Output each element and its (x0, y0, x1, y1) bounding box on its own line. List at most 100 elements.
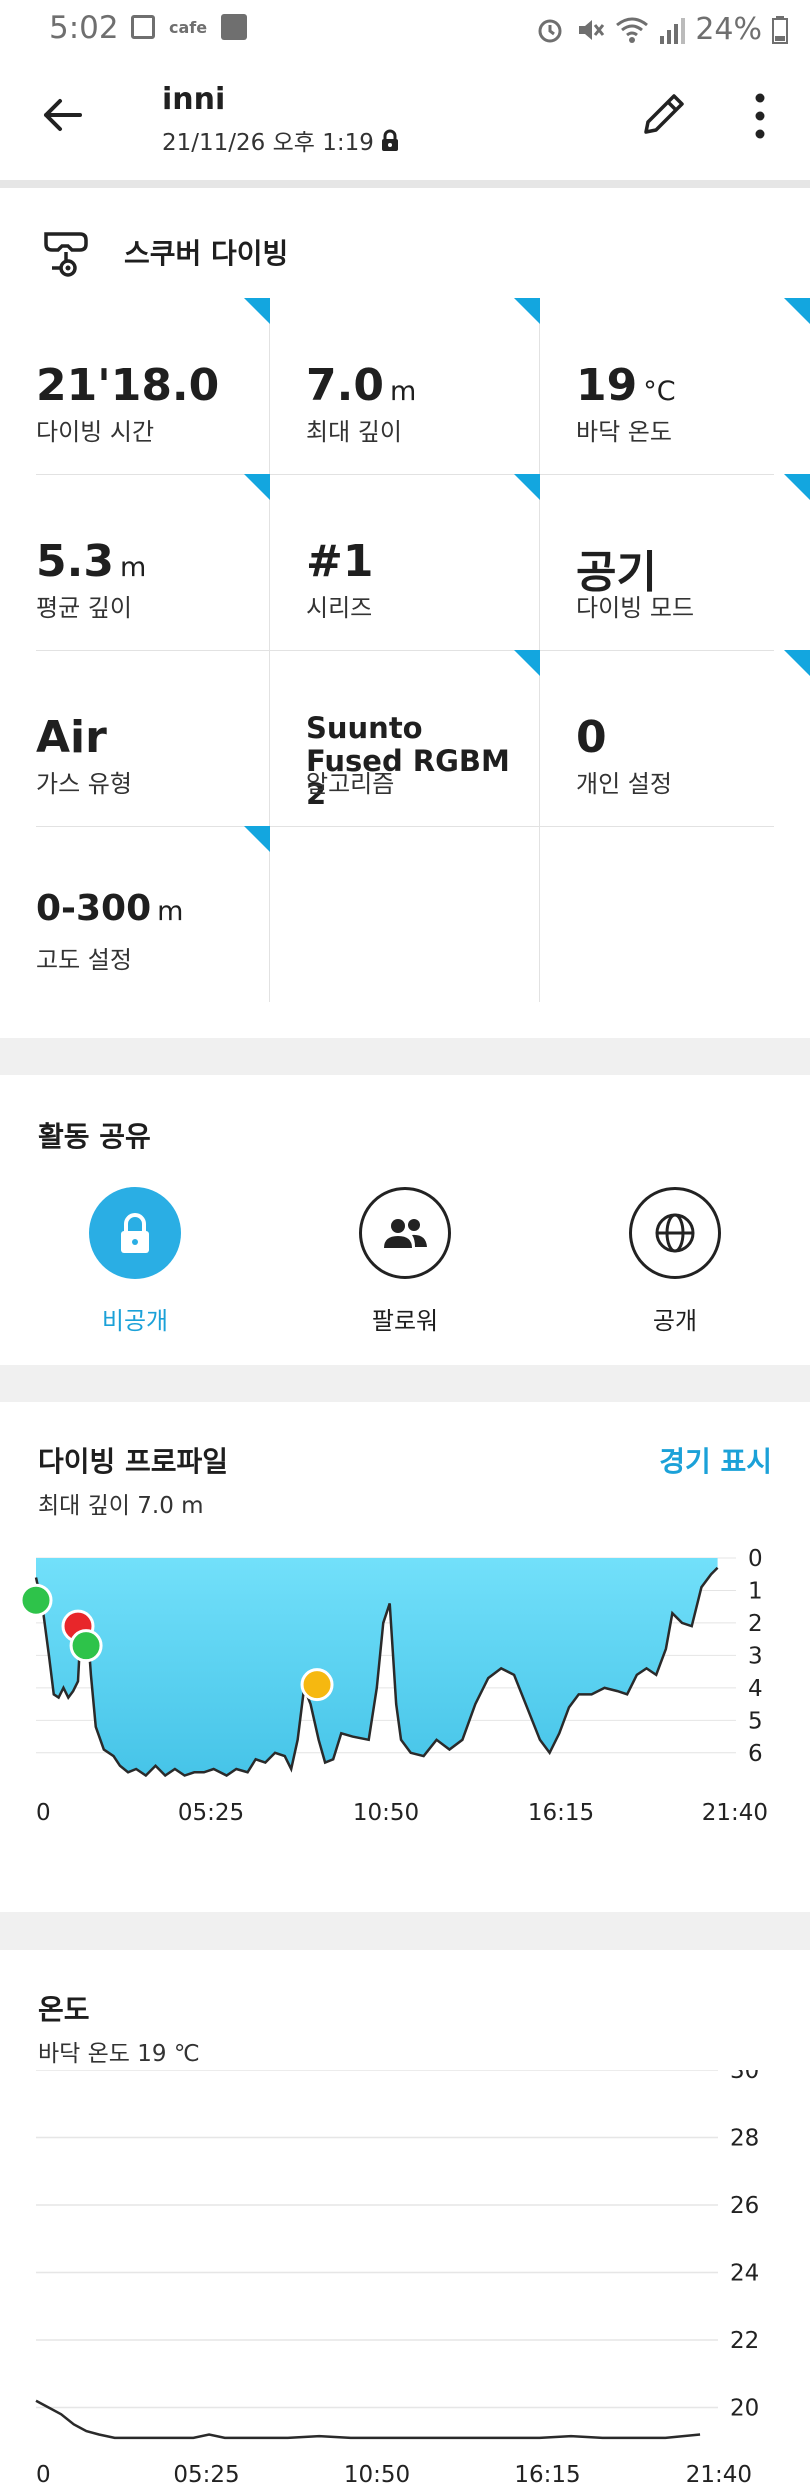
y-tick-label: 3 (748, 1643, 763, 1669)
lock-icon (121, 1213, 149, 1253)
lock-icon (381, 129, 398, 151)
y-tick-label: 20 (730, 2396, 759, 2422)
stat-value: 21'18.0 (36, 360, 220, 411)
stat-corner-marker (784, 474, 810, 500)
stat-value: 0-300 m (36, 888, 184, 929)
globe-icon (655, 1213, 695, 1253)
dive-profile-section: 다이빙 프로파일 경기 표시 최대 깊이 7.0 m 0 1 2 3 4 5 6 0 05:25… (0, 1402, 810, 1912)
stat-dive-time[interactable]: 21'18.0 다이빙 시간 (0, 298, 270, 474)
edit-button[interactable] (638, 88, 690, 140)
note-icon (221, 14, 248, 40)
share-label: 팔로워 (371, 1307, 439, 1335)
stat-personal-setting[interactable]: 0 개인 설정 (540, 650, 810, 826)
y-tick-label: 2 (748, 1611, 763, 1637)
depth-area (36, 1558, 718, 1776)
stat-label: 시리즈 (306, 594, 373, 622)
stat-corner-marker (244, 474, 270, 500)
share-circle (629, 1187, 721, 1279)
max-depth-subtitle: 최대 깊이 7.0 m (38, 1493, 204, 1519)
share-circle (359, 1187, 451, 1279)
pencil-icon (644, 94, 684, 134)
wifi-icon (616, 17, 649, 43)
stat-label: 최대 깊이 (306, 418, 402, 446)
x-tick-label: 16:15 (514, 2462, 580, 2488)
cafe-icon: cafe (169, 17, 208, 37)
stat-value: 0 (576, 712, 607, 763)
section-gap (0, 1038, 810, 1075)
share-circle (89, 1187, 181, 1279)
stat-value: 19 °C (576, 360, 676, 411)
people-icon (384, 1219, 427, 1248)
stat-dive-mode[interactable]: 공기 다이빙 모드 (540, 474, 810, 650)
page-title: inni (162, 82, 226, 117)
more-options-button[interactable] (740, 88, 780, 144)
more-vertical-icon (755, 93, 765, 139)
scuba-mask-icon (44, 232, 88, 277)
share-label: 비공개 (101, 1307, 169, 1335)
y-tick-label: 6 (748, 1741, 763, 1767)
activity-type-title: 스쿠버 다이빙 (124, 237, 289, 270)
dive-summary-card: 스쿠버 다이빙 21'18.0 다이빙 시간 7.0 m 최대 깊이 19 °C 바… (0, 188, 810, 1038)
stat-corner-marker (784, 650, 810, 676)
x-tick-label: 0 (36, 1800, 51, 1826)
section-gap (0, 1365, 810, 1402)
stat-label: 가스 유형 (36, 770, 132, 798)
y-tick-label: 5 (748, 1708, 763, 1734)
battery-icon (772, 15, 788, 44)
back-button[interactable] (38, 90, 88, 140)
stat-value: #1 (306, 536, 374, 587)
x-tick-label: 05:25 (173, 2462, 239, 2488)
event-marker-yellow (300, 1668, 334, 1702)
stat-avg-depth[interactable]: 5.3 m 평균 깊이 (0, 474, 270, 650)
stat-label: 고도 설정 (36, 946, 132, 974)
y-tick-label: 4 (748, 1676, 763, 1702)
share-option-followers[interactable]: 팔로워 (325, 1187, 485, 1336)
x-tick-label: 10:50 (344, 2462, 410, 2488)
stat-gas-type[interactable]: Air 가스 유형 (0, 650, 270, 826)
activity-share-section: 활동 공유 비공개 팔로워 공개 (0, 1075, 810, 1365)
y-tick-label: 24 (730, 2261, 759, 2287)
alarm-icon (538, 19, 562, 42)
event-marker-green (69, 1629, 103, 1663)
y-tick-label: 30 (730, 2070, 759, 2084)
stat-value: 7.0 m (306, 360, 417, 411)
dive-profile-title: 다이빙 프로파일 (38, 1445, 229, 1478)
status-time: 5:02 (49, 10, 119, 46)
arrow-left-icon (44, 99, 82, 131)
temperature-title: 온도 (38, 1993, 90, 2026)
stat-max-depth[interactable]: 7.0 m 최대 깊이 (270, 298, 540, 474)
stat-label: 다이빙 모드 (576, 594, 695, 622)
stat-value: Air (36, 712, 107, 763)
stat-label: 다이빙 시간 (36, 418, 155, 446)
gallery-icon (131, 15, 155, 39)
status-bar: 5:02 cafe 24% (0, 0, 810, 56)
header-divider (0, 180, 810, 188)
stat-label: 알고리즘 (306, 770, 395, 798)
stat-corner-marker (514, 650, 540, 676)
share-option-public[interactable]: 공개 (595, 1187, 755, 1336)
stat-algorithm[interactable]: Suunto Fused RGBM 2 알고리즘 (270, 650, 540, 826)
stat-label: 바닥 온도 (576, 418, 672, 446)
y-tick-label: 28 (730, 2126, 759, 2152)
stat-corner-marker (514, 298, 540, 324)
stat-bottom-temp[interactable]: 19 °C 바닥 온도 (540, 298, 810, 474)
temperature-line (35, 2399, 701, 2440)
bottom-temp-subtitle: 바닥 온도 19 ℃ (38, 2041, 200, 2067)
share-label: 공개 (652, 1307, 698, 1335)
temperature-chart: 30 28 26 24 22 20 0 05:25 10:50 16:15 21:40 (35, 2070, 759, 2488)
stat-corner-marker (244, 298, 270, 324)
stat-label: 개인 설정 (576, 770, 672, 798)
x-tick-label: 16:15 (528, 1800, 594, 1826)
stat-series[interactable]: #1 시리즈 (270, 474, 540, 650)
share-option-private[interactable]: 비공개 (55, 1187, 215, 1336)
show-events-link[interactable]: 경기 표시 (659, 1440, 772, 1480)
temperature-section: 온도 바닥 온도 19 ℃ 30 28 26 24 22 20 0 05:25 10:50 16:… (0, 1950, 810, 2491)
y-tick-label: 26 (730, 2193, 759, 2219)
stat-altitude-setting[interactable]: 0-300 m 고도 설정 (0, 826, 270, 1002)
section-gap (0, 1912, 810, 1950)
share-title: 활동 공유 (38, 1120, 151, 1153)
x-tick-label: 0 (36, 2462, 51, 2488)
x-tick-label: 10:50 (353, 1800, 419, 1826)
y-tick-label: 22 (730, 2328, 759, 2354)
signal-icon (660, 17, 686, 44)
